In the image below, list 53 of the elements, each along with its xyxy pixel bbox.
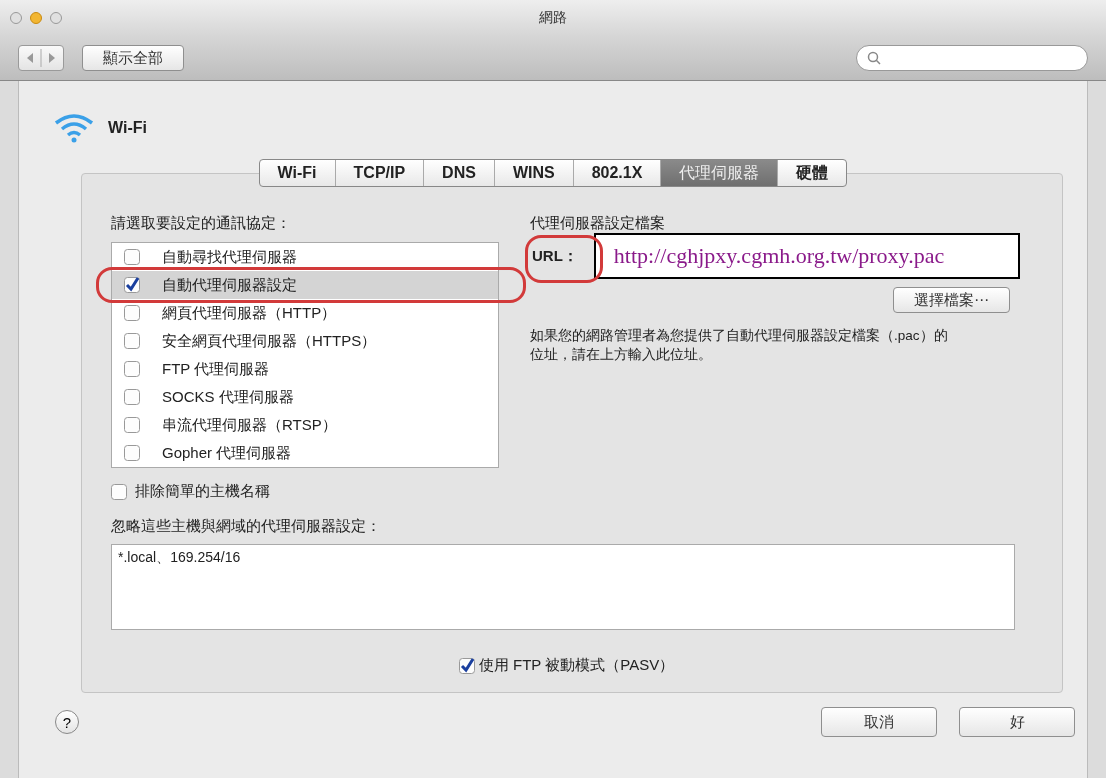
checkbox[interactable] <box>124 389 140 405</box>
checkbox[interactable] <box>124 445 140 461</box>
url-label: URL： <box>531 246 579 266</box>
protocol-item[interactable]: 自動尋找代理伺服器 <box>112 243 498 271</box>
close-button[interactable] <box>10 12 22 24</box>
protocol-label: 自動尋找代理伺服器 <box>162 247 297 267</box>
bypass-field[interactable]: *.local、169.254/16 <box>111 544 1015 630</box>
protocol-label: 安全網頁代理伺服器（HTTPS） <box>162 331 377 351</box>
tab[interactable]: TCP/IP <box>335 160 425 186</box>
protocol-label: 網頁代理伺服器（HTTP） <box>162 303 337 323</box>
checkbox-label: 排除簡單的主機名稱 <box>135 482 270 501</box>
protocol-item[interactable]: 安全網頁代理伺服器（HTTPS） <box>112 327 498 355</box>
choose-file-button[interactable]: 選擇檔案⋯ <box>893 287 1010 313</box>
checkbox[interactable] <box>124 305 140 321</box>
tab[interactable]: 代理伺服器 <box>661 160 779 186</box>
tab[interactable]: 硬體 <box>778 160 847 186</box>
show-all-button[interactable]: 顯示全部 <box>82 45 184 71</box>
protocol-item[interactable]: 自動代理伺服器設定 <box>112 271 498 299</box>
checkbox[interactable] <box>458 657 475 674</box>
zoom-button[interactable] <box>50 12 62 24</box>
protocol-label: FTP 代理伺服器 <box>162 359 270 379</box>
checkbox[interactable] <box>124 361 140 377</box>
protocol-label: Gopher 代理伺服器 <box>162 443 292 463</box>
help-button[interactable]: ? <box>55 710 79 734</box>
window-title: 網路 <box>539 9 567 25</box>
search-icon <box>867 51 881 65</box>
protocol-item[interactable]: SOCKS 代理伺服器 <box>112 383 498 411</box>
checkbox-label: 使用 FTP 被動模式（PASV） <box>478 656 675 675</box>
tab[interactable]: WINS <box>494 160 574 186</box>
protocol-label: 自動代理伺服器設定 <box>162 275 297 295</box>
service-name: Wi-Fi <box>108 119 147 137</box>
section-label: 代理伺服器設定檔案 <box>530 214 666 233</box>
protocol-item[interactable]: 網頁代理伺服器（HTTP） <box>112 299 498 327</box>
checkbox[interactable] <box>124 417 140 433</box>
checkbox[interactable] <box>111 483 127 500</box>
protocol-item[interactable]: FTP 代理伺服器 <box>112 355 498 383</box>
protocol-item[interactable]: 串流代理伺服器（RTSP） <box>112 411 498 439</box>
dialog-button[interactable]: 取消 <box>821 707 937 737</box>
wifi-icon <box>54 113 94 143</box>
protocol-label: 串流代理伺服器（RTSP） <box>162 415 337 435</box>
help-text: 如果您的網路管理者為您提供了自動代理伺服器設定檔案（.pac）的位址，請在上方輸入此位址。 <box>530 327 949 364</box>
url-callout: http://cghjpxy.cgmh.org.tw/proxy.pac <box>593 233 1020 279</box>
protocol-item[interactable]: Gopher 代理伺服器 <box>112 439 498 467</box>
search-field[interactable] <box>856 45 1088 71</box>
protocol-label: SOCKS 代理伺服器 <box>162 387 294 407</box>
dialog-button[interactable]: 好 <box>959 707 1075 737</box>
checkbox[interactable] <box>124 333 140 349</box>
minimize-button[interactable] <box>30 12 42 24</box>
checkbox[interactable] <box>124 249 140 265</box>
checkbox[interactable] <box>124 277 140 293</box>
section-label: 請選取要設定的通訊協定： <box>111 214 292 233</box>
tab[interactable]: DNS <box>424 160 495 186</box>
section-label: 忽略這些主機與網域的代理伺服器設定： <box>111 517 382 536</box>
